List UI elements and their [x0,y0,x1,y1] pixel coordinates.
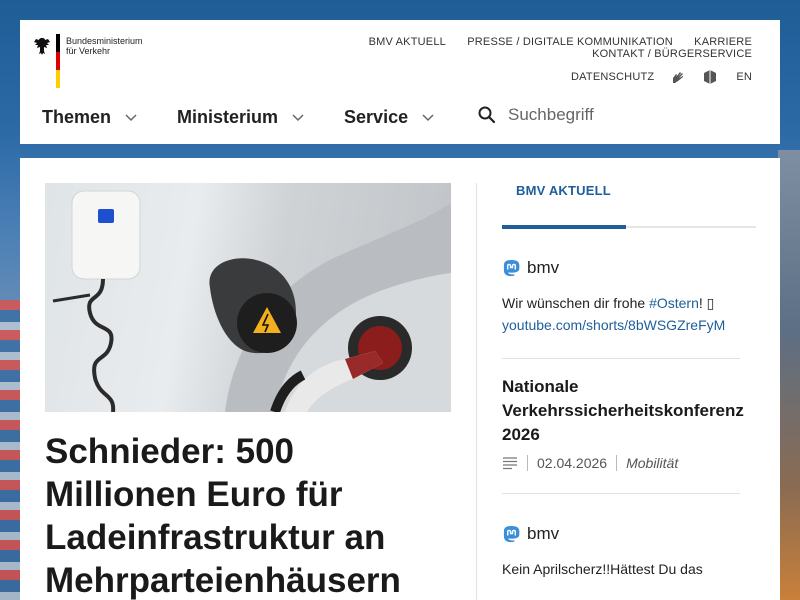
background-scenery-right [778,150,800,600]
search-box[interactable]: Suchbegriff [478,105,594,125]
nav-item-label: Service [344,106,409,127]
german-flag-bar [56,34,60,88]
social-post-account[interactable]: bmv [502,258,756,278]
main-navigation: Themen Ministerium Service [42,102,474,132]
article-text-icon [503,457,517,470]
nav-item-label: Ministerium [177,106,279,127]
sidebar-article: Nationale Verkehrssicherheitskonferenz 2… [502,375,756,471]
social-post-account[interactable]: bmv [502,524,756,544]
social-post-text: Wir wünschen dir frohe #Ostern! ▯ youtub… [502,292,756,336]
lead-article-image[interactable] [45,183,451,412]
hashtag-link[interactable]: #Ostern [649,295,699,311]
sign-language-icon[interactable] [670,69,686,85]
ev-charging-illustration [52,190,451,412]
social-post-account-name: bmv [527,258,560,277]
youtube-link[interactable]: youtube.com/shorts/8bWSGZreFyM [502,317,725,333]
top-link-presse[interactable]: PRESSE / DIGITALE KOMMUNIKATION [467,36,673,48]
easy-language-icon[interactable] [702,69,718,85]
news-sidebar: BMV AKTUELL bmv Wir wünschen dir frohe #… [502,183,756,580]
tab-underline [502,225,756,229]
chevron-down-icon [292,114,304,122]
emoji-placeholder: ▯ [706,295,715,311]
sidebar-separator [502,358,740,359]
top-link-karriere[interactable]: KARRIERE [694,36,752,48]
main-content: Schnieder: 500 Millionen Euro für Ladein… [20,158,780,600]
tab-active-indicator [502,225,626,229]
nav-item-label: Themen [42,106,112,127]
search-icon [478,106,496,124]
sidebar-article-meta: 02.04.2026 Mobilität [502,455,756,471]
site-header: Bundesministerium für Verkehr BMV AKTUEL… [20,20,780,144]
ministry-name: Bundesministerium für Verkehr [66,36,143,56]
mastodon-icon [503,525,520,542]
social-post-account-name: bmv [527,524,560,543]
background-scenery-left [0,300,22,600]
social-post-text-part: Wir wünschen dir frohe [502,295,650,311]
nav-item-themen[interactable]: Themen [42,107,137,128]
lead-article-headline[interactable]: Schnieder: 500 Millionen Euro für Ladein… [45,430,455,600]
social-post-text: Kein Aprilscherz!!Hättest Du das [502,558,756,580]
social-post-text-part: ! [698,295,707,311]
meta-divider [616,455,618,471]
top-link-kontakt[interactable]: KONTAKT / BÜRGERSERVICE [592,48,752,60]
sidebar-article-title[interactable]: Nationale Verkehrssicherheitskonferenz 2… [502,375,756,447]
ministry-name-line1: Bundesministerium [66,36,143,46]
column-divider [476,183,477,600]
meta-divider [527,455,528,471]
social-post-text-part: Kein Aprilscherz!!Hättest Du das [502,561,703,577]
sidebar-article-date: 02.04.2026 [537,455,608,471]
ministry-name-line2: für Verkehr [66,46,111,56]
tab-bmv-aktuell[interactable]: BMV AKTUELL [502,183,756,205]
mastodon-icon [503,259,520,276]
search-input[interactable]: Suchbegriff [508,105,594,125]
social-post: bmv Kein Aprilscherz!!Hättest Du das [502,524,756,580]
sidebar-separator [502,493,740,494]
service-navigation: BMV AKTUELL PRESSE / DIGITALE KOMMUNIKAT… [172,36,752,85]
federal-eagle-icon [34,38,50,55]
nav-item-service[interactable]: Service [344,107,434,128]
chevron-down-icon [125,114,137,122]
language-switch-en[interactable]: EN [736,71,752,83]
nav-item-ministerium[interactable]: Ministerium [177,107,304,128]
top-link-bmv-aktuell[interactable]: BMV AKTUELL [369,36,446,48]
top-link-datenschutz[interactable]: DATENSCHUTZ [571,71,654,83]
sidebar-article-category[interactable]: Mobilität [626,455,678,471]
social-post: bmv Wir wünschen dir frohe #Ostern! ▯ yo… [502,258,756,336]
chevron-down-icon [422,114,434,122]
ministry-logo[interactable]: Bundesministerium für Verkehr [32,34,172,94]
